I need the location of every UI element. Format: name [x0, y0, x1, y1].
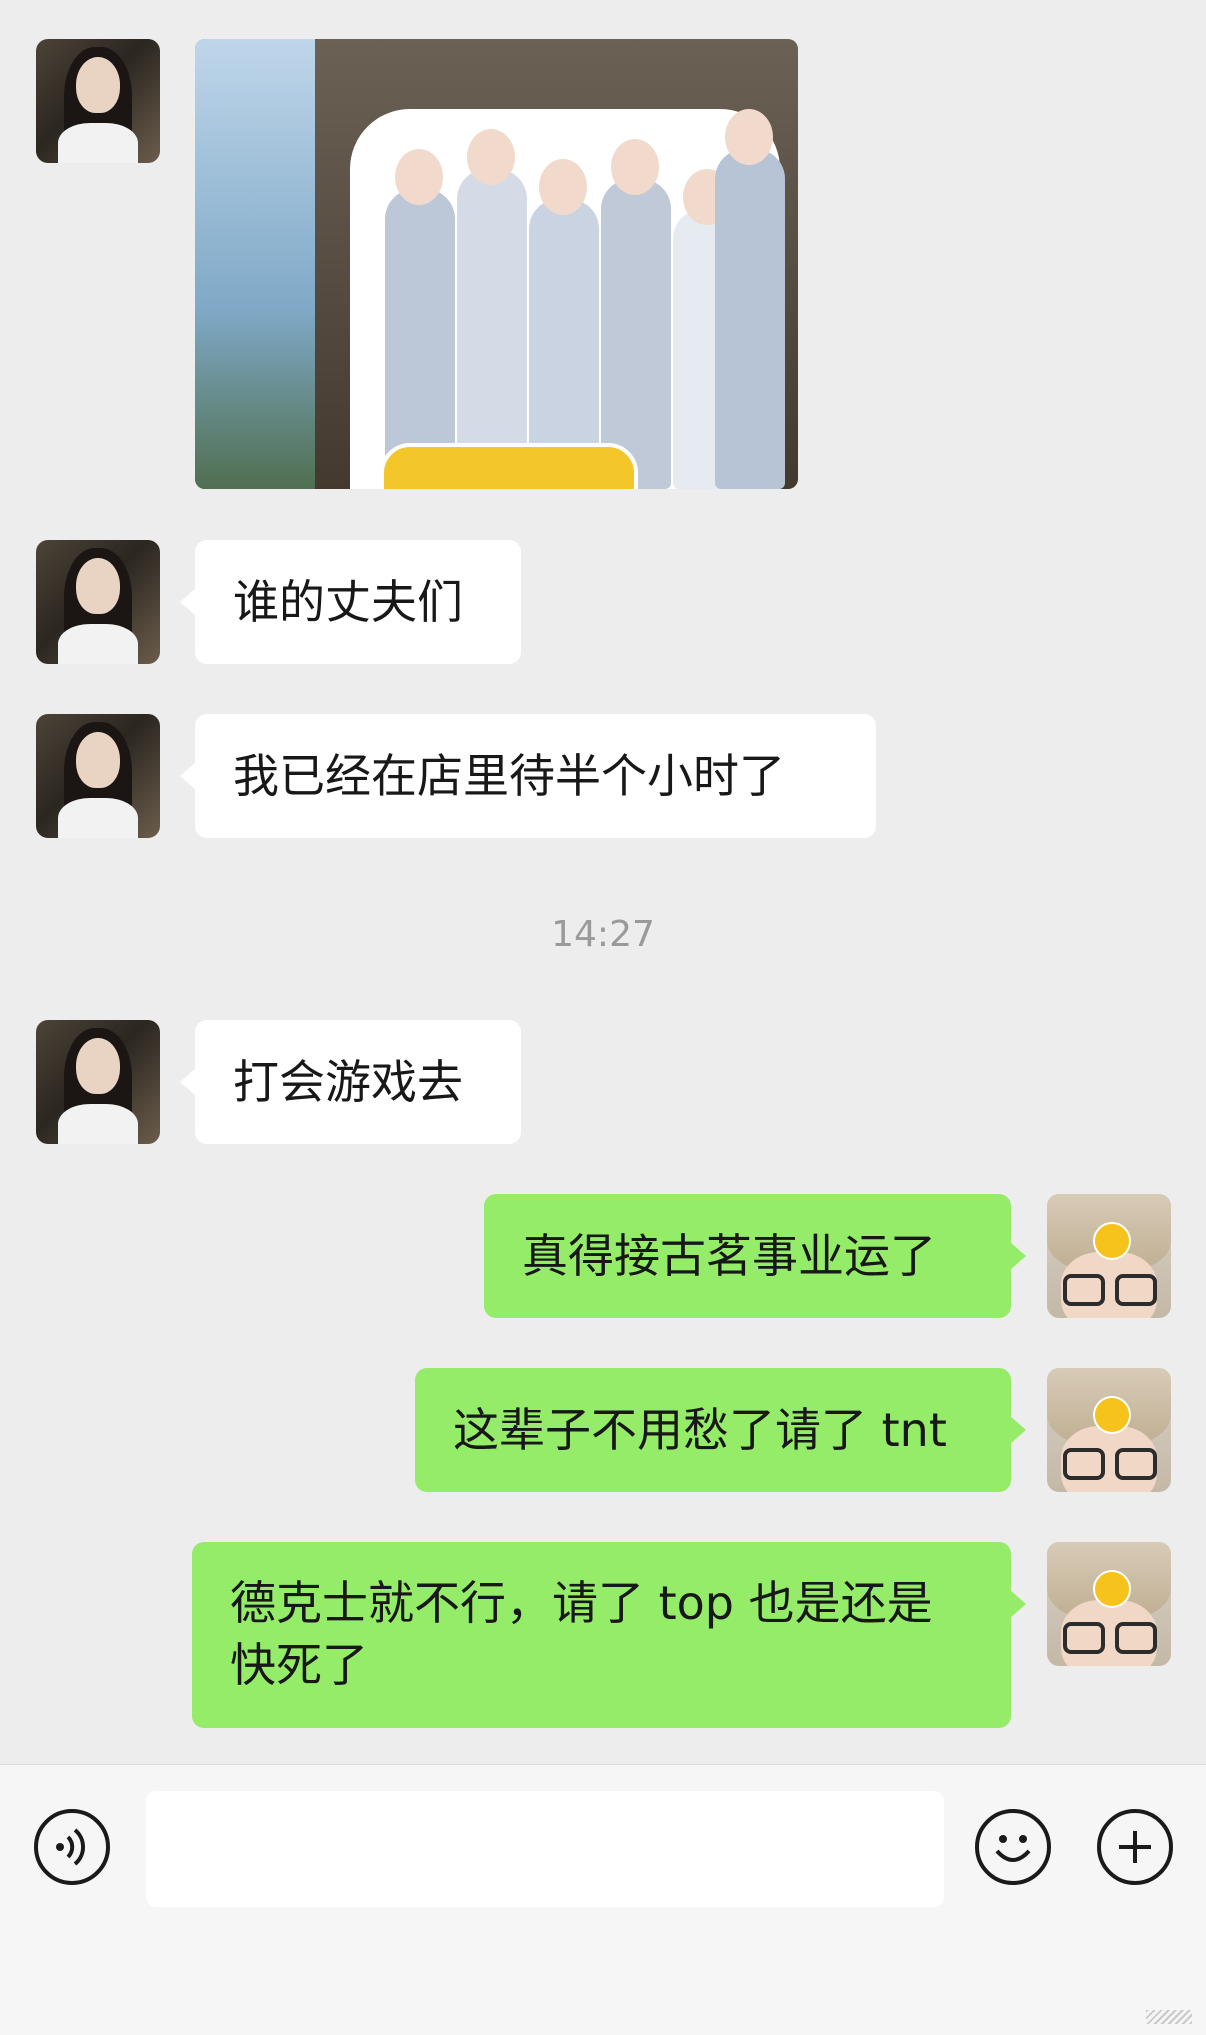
message-text: 这辈子不用愁了请了 tnt	[453, 1403, 947, 1457]
photo-window	[195, 39, 315, 489]
photo-sign	[380, 443, 638, 489]
avatar-face	[76, 732, 120, 788]
photo-head	[539, 159, 587, 215]
outgoing-message-bubble[interactable]: 德克士就不行，请了 top 也是还是快死了	[192, 1542, 1026, 1728]
avatar-face	[76, 57, 120, 113]
avatar-sticker	[1093, 1396, 1131, 1434]
photo-head	[725, 109, 773, 165]
emoji-icon[interactable]	[975, 1809, 1051, 1885]
photo-message[interactable]	[195, 39, 798, 489]
photo-person	[457, 169, 527, 489]
message-text: 谁的丈夫们	[233, 575, 463, 629]
avatar-glasses	[1063, 1448, 1105, 1480]
avatar-sticker	[1093, 1570, 1131, 1608]
incoming-message-bubble[interactable]: 打会游戏去	[180, 1020, 521, 1144]
avatar-face	[76, 1038, 120, 1094]
incoming-message-bubble[interactable]: 我已经在店里待半个小时了	[180, 714, 876, 838]
avatar-face	[76, 558, 120, 614]
avatar-glasses	[1115, 1274, 1157, 1306]
contact-avatar[interactable]	[36, 39, 160, 163]
message-composer	[0, 1764, 1206, 2035]
avatar-shirt	[58, 123, 138, 163]
message-text: 我已经在店里待半个小时了	[233, 749, 785, 803]
my-avatar[interactable]	[1047, 1542, 1171, 1666]
avatar-sticker	[1093, 1222, 1131, 1260]
contact-avatar[interactable]	[36, 1020, 160, 1144]
photo-head	[611, 139, 659, 195]
message-text: 真得接古茗事业运了	[522, 1229, 936, 1283]
voice-icon[interactable]	[34, 1809, 110, 1885]
avatar-glasses	[1115, 1622, 1157, 1654]
outgoing-message-bubble[interactable]: 真得接古茗事业运了	[484, 1194, 1026, 1318]
contact-avatar[interactable]	[36, 714, 160, 838]
avatar-shirt	[58, 798, 138, 838]
avatar-glasses	[1063, 1274, 1105, 1306]
message-input[interactable]	[146, 1791, 944, 1907]
photo-head	[395, 149, 443, 205]
resize-grip	[1146, 2010, 1192, 2024]
avatar-glasses	[1063, 1622, 1105, 1654]
outgoing-message-bubble[interactable]: 这辈子不用愁了请了 tnt	[415, 1368, 1026, 1492]
avatar-shirt	[58, 1104, 138, 1144]
my-avatar[interactable]	[1047, 1194, 1171, 1318]
message-text: 打会游戏去	[233, 1055, 463, 1109]
avatar-shirt	[58, 624, 138, 664]
plus-icon[interactable]	[1097, 1809, 1173, 1885]
my-avatar[interactable]	[1047, 1368, 1171, 1492]
contact-avatar[interactable]	[36, 540, 160, 664]
photo-head	[467, 129, 515, 185]
photo-person	[715, 149, 785, 489]
incoming-message-bubble[interactable]: 谁的丈夫们	[180, 540, 521, 664]
message-text: 德克士就不行，请了 top 也是还是快死了	[230, 1576, 933, 1692]
avatar-glasses	[1115, 1448, 1157, 1480]
chat-timestamp: 14:27	[551, 914, 655, 955]
